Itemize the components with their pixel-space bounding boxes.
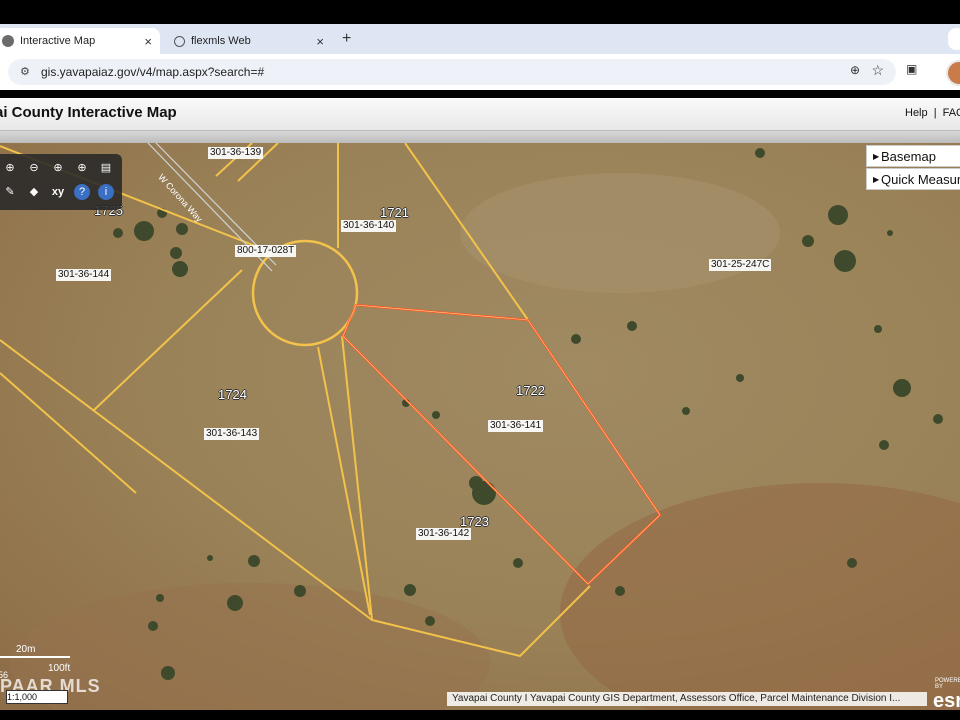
tab-flexmls[interactable]: flexmls Web × — [166, 28, 332, 54]
lot-number: 1722 — [516, 383, 545, 398]
site-info-icon[interactable]: ⚙ — [20, 65, 30, 78]
zoom-previous-icon[interactable]: ⊕ — [74, 160, 90, 176]
scale-meters-label: 20m — [16, 644, 36, 655]
panel-label: Quick Measure — [881, 172, 960, 187]
panel-label: Basemap — [881, 149, 936, 164]
zoom-in-icon[interactable]: ⊕ — [2, 160, 18, 176]
tab-label: Interactive Map — [20, 35, 96, 47]
map-view[interactable]: 301-36-139 301-36-140 301-36-144 301-36-… — [0, 143, 960, 710]
info-icon[interactable]: i — [98, 184, 114, 200]
close-tab-icon[interactable]: × — [144, 34, 152, 49]
lot-number: 1724 — [218, 387, 247, 402]
aerial-map[interactable] — [0, 143, 960, 710]
divider — [0, 90, 960, 98]
profile-menu-button[interactable] — [948, 28, 960, 50]
faqs-link[interactable]: FAQ's — [943, 107, 960, 119]
tab-interactive-map[interactable]: Interactive Map × — [0, 28, 160, 54]
parcel-label[interactable]: 301-25-247C — [709, 259, 772, 271]
scale-feet-label: 100ft — [48, 663, 71, 674]
new-tab-button[interactable]: + — [342, 30, 351, 48]
omnibox[interactable]: ⚙ gis.yavapaiaz.gov/v4/map.aspx?search=#… — [8, 59, 896, 85]
expand-triangle-icon: ▶ — [873, 152, 880, 161]
help-link[interactable]: Help — [905, 107, 928, 119]
page-title: ai County Interactive Map — [0, 104, 177, 121]
help-links: Help | FAQ's — [905, 107, 960, 119]
zoom-icon[interactable]: ⊕ — [850, 63, 860, 77]
powered-by-label: POWERED BY — [935, 678, 960, 690]
basemap-panel-toggle[interactable]: ▶ Basemap — [866, 145, 960, 167]
eraser-icon[interactable]: ◆ — [26, 184, 42, 200]
link-separator: | — [933, 107, 937, 119]
attribution-credit: Yavapai County I Yavapai County GIS Depa… — [447, 692, 927, 706]
globe-icon — [174, 35, 185, 47]
lot-number: 1723 — [460, 514, 489, 529]
tab-search-icon[interactable]: ▣ — [906, 62, 917, 76]
globe-icon — [2, 35, 14, 47]
lot-number: 1721 — [380, 205, 409, 220]
help-icon[interactable]: ? — [74, 184, 90, 200]
parcel-label[interactable]: 301-36-141 — [488, 420, 544, 432]
zoom-out-icon[interactable]: ⊖ — [26, 160, 42, 176]
app-header: ai County Interactive Map Help | FAQ's — [0, 98, 960, 131]
scale-ratio-box: 1:1,000 — [6, 690, 68, 704]
close-tab-icon[interactable]: × — [316, 34, 324, 49]
address-bar-row: ⚙ gis.yavapaiaz.gov/v4/map.aspx?search=#… — [0, 54, 960, 90]
url-text[interactable]: gis.yavapaiaz.gov/v4/map.aspx?search=# — [41, 65, 264, 79]
scale-bar — [0, 656, 70, 658]
map-toolbar: ⊕ ⊖ ⊕ ⊕ ▤ ✎ ◆ xy ? i — [0, 154, 122, 210]
expand-triangle-icon: ▶ — [873, 175, 880, 184]
parcel-label[interactable]: 301-36-139 — [208, 147, 264, 159]
road-parcel-label[interactable]: 800-17-028T — [235, 245, 297, 257]
map-top-border — [0, 131, 960, 143]
top-black-bar — [0, 0, 960, 24]
measure-icon[interactable]: ✎ — [2, 184, 18, 200]
xy-coordinate-tool[interactable]: xy — [50, 184, 66, 200]
parcel-label[interactable]: 301-36-144 — [56, 269, 112, 281]
tab-label: flexmls Web — [191, 35, 251, 47]
light-soil — [460, 173, 780, 293]
parcel-label[interactable]: 301-36-142 — [416, 528, 472, 540]
browser-tab-strip: Interactive Map × flexmls Web × + — [0, 24, 960, 54]
bottom-black-bar — [0, 710, 960, 720]
print-icon[interactable]: ▤ — [98, 160, 114, 176]
parcel-label[interactable]: 301-36-140 — [341, 220, 397, 232]
zoom-box-icon[interactable]: ⊕ — [50, 160, 66, 176]
quick-measure-panel-toggle[interactable]: ▶ Quick Measure — [866, 168, 960, 190]
bookmark-star-icon[interactable]: ☆ — [871, 62, 884, 79]
parcel-label[interactable]: 301-36-143 — [204, 428, 260, 440]
